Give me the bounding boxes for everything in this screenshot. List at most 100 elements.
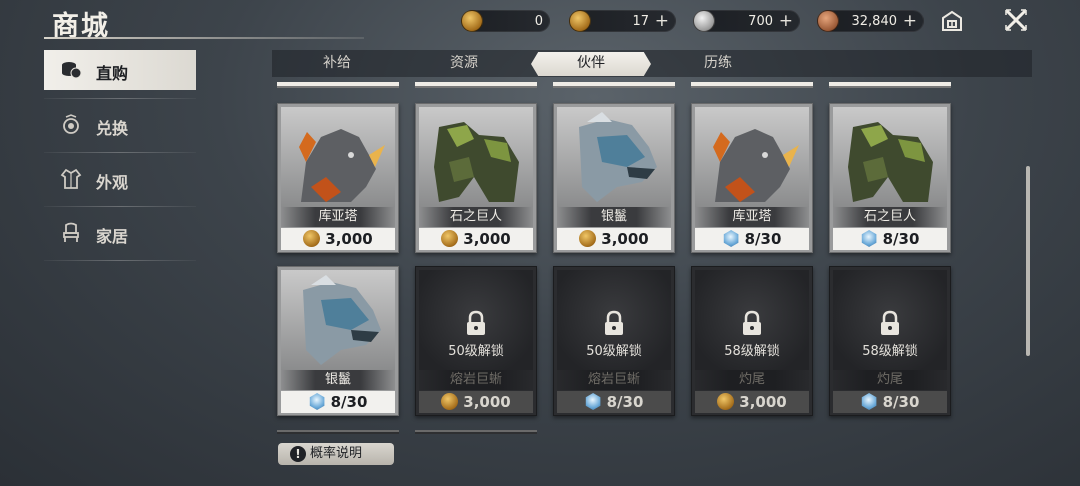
price-value: 3,000 xyxy=(463,230,511,248)
partner-name: 银鬣 xyxy=(557,207,671,227)
tab-supply[interactable]: 补给 xyxy=(277,52,397,76)
card-partial-top xyxy=(277,82,399,88)
price-value: 8/30 xyxy=(330,393,368,411)
card-partial-top xyxy=(553,82,675,88)
exclamation-icon: ! xyxy=(290,446,306,462)
currency-gold-ingot[interactable]: 17 + xyxy=(569,10,676,32)
price-tag: 3,000 xyxy=(557,228,671,250)
creature-art xyxy=(419,107,533,207)
partner-card[interactable]: 石之巨人 3,000 xyxy=(415,103,537,253)
partner-card-locked[interactable]: 50级解锁 熔岩巨蜥 3,000 xyxy=(415,266,537,416)
unlock-requirement: 58级解锁 xyxy=(724,344,780,359)
currency-silver-coin[interactable]: 700 + xyxy=(693,10,800,32)
copper-coin-icon xyxy=(817,10,839,32)
robe-icon xyxy=(60,168,82,189)
title-underline xyxy=(44,37,364,39)
partner-card[interactable]: 银鬣 3,000 xyxy=(553,103,675,253)
gold-ingot-icon xyxy=(569,10,591,32)
creature-art xyxy=(281,270,395,370)
tab-partners[interactable]: 伙伴 xyxy=(531,52,651,76)
creature-art xyxy=(695,107,809,207)
partner-name: 库亚塔 xyxy=(281,207,395,227)
card-partial-top xyxy=(829,82,951,88)
price-tag: 8/30 xyxy=(833,391,947,413)
currency-value: 32,840 xyxy=(851,14,898,29)
partner-card-locked[interactable]: 50级解锁 熔岩巨蜥 8/30 xyxy=(553,266,675,416)
sidebar-item-appearance[interactable]: 外观 xyxy=(44,159,196,199)
sidebar-divider xyxy=(44,152,196,153)
lock-icon xyxy=(605,310,623,335)
sidebar-item-exchange[interactable]: 兑换 xyxy=(44,105,196,145)
treasury-icon[interactable] xyxy=(940,9,964,33)
creature-art-silhouette: 50级解锁 xyxy=(419,270,533,370)
sidebar-item-label: 直购 xyxy=(96,64,129,83)
lock-icon xyxy=(467,310,485,335)
partner-card-locked[interactable]: 58级解锁 灼尾 3,000 xyxy=(691,266,813,416)
partner-card[interactable]: 库亚塔 8/30 xyxy=(691,103,813,253)
price-tag: 3,000 xyxy=(695,391,809,413)
fire-rhino-icon xyxy=(299,129,385,202)
price-tag: 3,000 xyxy=(419,228,533,250)
blue-gem-icon xyxy=(309,393,325,410)
sidebar-item-label: 外观 xyxy=(96,173,129,192)
price-value: 3,000 xyxy=(739,393,787,411)
sidebar-divider xyxy=(44,260,196,261)
partner-name: 灼尾 xyxy=(833,370,947,390)
stone-giant-icon xyxy=(848,122,933,202)
creature-art xyxy=(833,107,947,207)
card-partial-bottom xyxy=(277,430,399,434)
price-tag: 8/30 xyxy=(695,228,809,250)
unlock-requirement: 50级解锁 xyxy=(448,344,504,359)
currency-copper-coin[interactable]: 32,840 + xyxy=(817,10,924,32)
price-tag: 8/30 xyxy=(833,228,947,250)
creature-art-silhouette: 50级解锁 xyxy=(557,270,671,370)
card-partial-bottom xyxy=(415,430,537,434)
creature-art xyxy=(557,107,671,207)
lock-icon xyxy=(743,310,761,335)
creature-art-silhouette: 58级解锁 xyxy=(833,270,947,370)
blue-gem-icon xyxy=(861,393,877,410)
scrollbar-thumb[interactable] xyxy=(1026,166,1030,356)
price-tag: 3,000 xyxy=(281,228,395,250)
tab-training[interactable]: 历练 xyxy=(658,52,778,76)
gold-coin-icon xyxy=(441,393,459,410)
partner-name: 库亚塔 xyxy=(695,207,809,227)
probability-info-button[interactable]: ! 概率说明 xyxy=(278,443,394,465)
currency-value: 17 xyxy=(632,14,649,29)
price-tag: 8/30 xyxy=(281,391,395,413)
sidebar-item-label: 家居 xyxy=(96,227,129,246)
price-tag: 8/30 xyxy=(557,391,671,413)
gold-coin-icon xyxy=(461,10,483,32)
card-partial-top xyxy=(415,82,537,88)
throne-icon xyxy=(63,222,79,242)
gold-coin-icon xyxy=(303,230,321,247)
partner-card[interactable]: 库亚塔 3,000 xyxy=(277,103,399,253)
currency-gold-coin[interactable]: 0 xyxy=(461,10,550,32)
stone-giant-icon xyxy=(434,122,519,202)
close-icon[interactable] xyxy=(1003,7,1029,33)
sidebar-divider xyxy=(44,206,196,207)
card-partial-top xyxy=(691,82,813,88)
unlock-requirement: 50级解锁 xyxy=(586,344,642,359)
sidebar-item-home[interactable]: 家居 xyxy=(44,213,196,253)
gold-coin-icon xyxy=(441,230,459,247)
partner-card[interactable]: 石之巨人 8/30 xyxy=(829,103,951,253)
creature-art-silhouette: 58级解锁 xyxy=(695,270,809,370)
price-value: 8/30 xyxy=(882,393,920,411)
silver-coin-icon xyxy=(693,10,715,32)
partner-card-locked[interactable]: 58级解锁 灼尾 8/30 xyxy=(829,266,951,416)
blue-gem-icon xyxy=(723,230,739,247)
silver-wolf-icon xyxy=(303,275,381,365)
partner-name: 熔岩巨蜥 xyxy=(557,370,671,390)
price-value: 8/30 xyxy=(606,393,644,411)
unlock-requirement: 58级解锁 xyxy=(862,344,918,359)
probability-label: 概率说明 xyxy=(310,446,363,461)
sidebar-item-direct-purchase[interactable]: 直购 xyxy=(44,50,196,90)
add-currency-button[interactable]: + xyxy=(779,11,793,31)
add-currency-button[interactable]: + xyxy=(655,11,669,31)
tab-resources[interactable]: 资源 xyxy=(404,52,524,76)
blue-gem-icon xyxy=(585,393,601,410)
partner-card[interactable]: 银鬣 8/30 xyxy=(277,266,399,416)
silver-wolf-icon xyxy=(579,112,657,202)
add-currency-button[interactable]: + xyxy=(903,11,917,31)
